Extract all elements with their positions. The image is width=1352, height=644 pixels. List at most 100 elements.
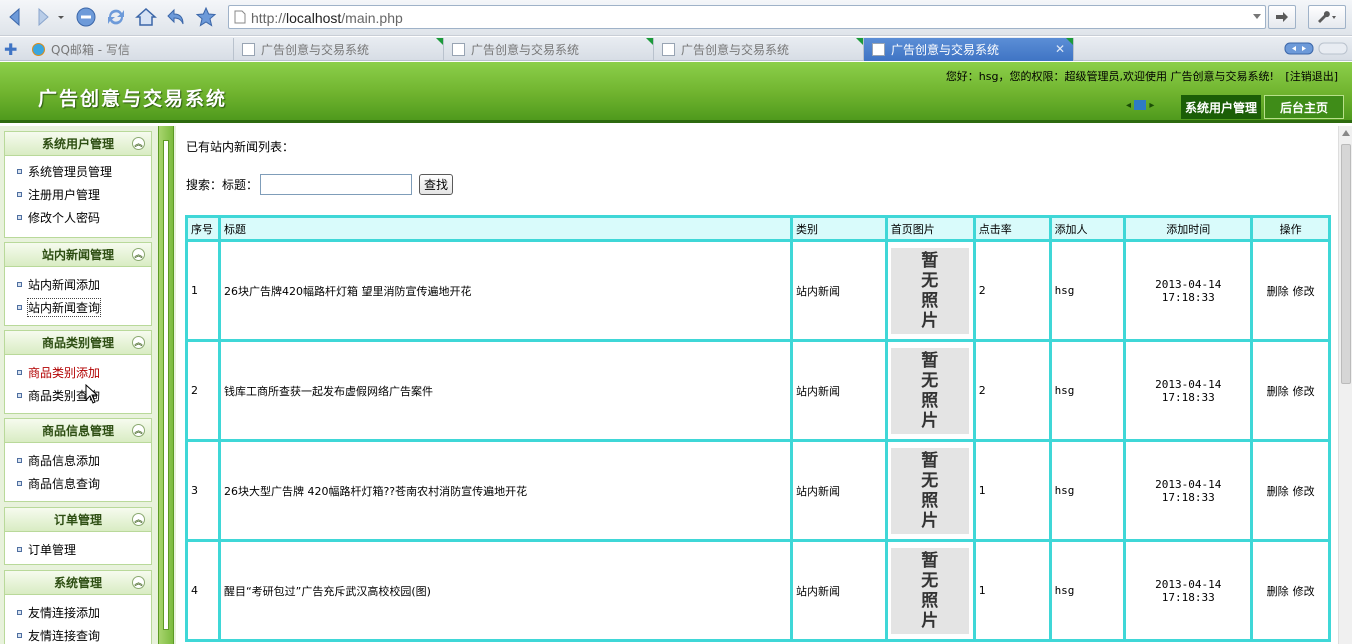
sidebar-item-registered-users[interactable]: 注册用户管理 xyxy=(5,183,151,206)
favorites-button[interactable] xyxy=(194,5,218,29)
sidebar-item-admin-manage[interactable]: 系统管理员管理 xyxy=(5,160,151,183)
sidebar-item-news-add[interactable]: 站内新闻添加 xyxy=(5,273,151,296)
sidebar-item-link-add[interactable]: 友情连接添加 xyxy=(5,601,151,624)
group-title: 站内新闻管理 xyxy=(41,248,114,262)
sidebar-item-goods-query[interactable]: 商品信息查询 xyxy=(5,472,151,495)
column-header: 序号 xyxy=(185,215,221,242)
search-button[interactable]: 查找 xyxy=(419,174,454,195)
header-scroll-arrows[interactable]: ◂ ▸ xyxy=(1126,100,1154,111)
delete-link[interactable]: 删除 xyxy=(1267,585,1289,598)
sidebar-group-header[interactable]: 站内新闻管理 ︽ xyxy=(5,243,151,267)
sidebar-group-header[interactable]: 商品类别管理 ︽ xyxy=(5,331,151,355)
news-image-cell: 暂无照片 xyxy=(884,539,976,642)
new-tab-button[interactable]: ✚ xyxy=(4,40,17,59)
header-tab-home[interactable]: 后台主页 xyxy=(1264,95,1344,119)
tools-button[interactable] xyxy=(1308,5,1346,29)
sidebar-toggle-handle[interactable] xyxy=(163,140,169,630)
edit-link[interactable]: 修改 xyxy=(1293,285,1315,298)
no-photo-image: 暂无照片 xyxy=(890,347,969,434)
undo-close-button[interactable] xyxy=(164,5,188,29)
group-title: 系统用户管理 xyxy=(41,137,114,151)
delete-link[interactable]: 删除 xyxy=(1267,385,1289,398)
delete-link[interactable]: 删除 xyxy=(1267,485,1289,498)
sidebar-item-orders[interactable]: 订单管理 xyxy=(5,538,151,561)
no-photo-image: 暂无照片 xyxy=(890,247,969,334)
sidebar-item-label: 商品类别添加 xyxy=(28,366,101,380)
refresh-icon xyxy=(108,9,124,25)
news-category: 站内新闻 xyxy=(790,339,888,442)
bullet-icon xyxy=(17,633,22,638)
column-header: 标题 xyxy=(217,215,794,242)
sidebar-item-news-query[interactable]: 站内新闻查询 xyxy=(5,296,151,319)
back-button[interactable] xyxy=(4,5,28,29)
sidebar-group-users: 系统用户管理 ︽ 系统管理员管理 注册用户管理 修改个人密码 xyxy=(4,131,152,238)
search-input[interactable] xyxy=(260,174,413,195)
news-title: 醒目“考研包过”广告充斥武汉高校校园(图) xyxy=(217,539,794,642)
tab-qq-mail[interactable]: QQ邮箱 - 写信 xyxy=(24,38,234,61)
bullet-icon xyxy=(17,215,22,220)
tab-site-1[interactable]: 广告创意与交易系统 xyxy=(234,38,444,61)
header-tab-user-management[interactable]: 系统用户管理 xyxy=(1181,95,1261,119)
logout-link[interactable]: [注销退出] xyxy=(1285,70,1338,83)
sidebar-item-goods-add[interactable]: 商品信息添加 xyxy=(5,449,151,472)
group-title: 商品信息管理 xyxy=(41,424,114,438)
tab-site-active[interactable]: 广告创意与交易系统 ✕ xyxy=(864,38,1074,61)
tab-label: 广告创意与交易系统 xyxy=(471,43,580,57)
row-actions: 删除 修改 xyxy=(1250,439,1331,542)
tab-label: 广告创意与交易系统 xyxy=(261,43,370,57)
edit-link[interactable]: 修改 xyxy=(1293,485,1315,498)
forward-arrow-icon xyxy=(38,7,49,27)
collapse-icon[interactable]: ︽ xyxy=(132,513,145,526)
go-button[interactable] xyxy=(1268,5,1296,29)
home-button[interactable] xyxy=(134,5,158,29)
vertical-scrollbar[interactable] xyxy=(1338,126,1352,644)
search-label: 搜索：标题： xyxy=(186,178,259,192)
tab-site-2[interactable]: 广告创意与交易系统 xyxy=(444,38,654,61)
collapse-icon[interactable]: ︽ xyxy=(132,576,145,589)
tab-list-icon[interactable] xyxy=(1284,42,1314,55)
sidebar-item-label: 商品信息查询 xyxy=(28,477,101,491)
sidebar-group-header[interactable]: 订单管理 ︽ xyxy=(5,508,151,532)
sidebar-group-header[interactable]: 系统管理 ︽ xyxy=(5,571,151,595)
collapse-icon[interactable]: ︽ xyxy=(132,137,145,150)
news-clicks: 2 xyxy=(972,339,1052,442)
forward-button[interactable] xyxy=(30,5,54,29)
stop-button[interactable] xyxy=(74,5,98,29)
address-dropdown-icon[interactable] xyxy=(1253,14,1261,19)
scroll-up-icon[interactable] xyxy=(1342,130,1350,136)
sidebar-item-link-query[interactable]: 友情连接查询 xyxy=(5,624,151,644)
bullet-icon xyxy=(17,169,22,174)
delete-link[interactable]: 删除 xyxy=(1267,285,1289,298)
bullet-icon xyxy=(17,192,22,197)
history-dropdown[interactable] xyxy=(54,5,68,29)
site-title: 广告创意与交易系统 xyxy=(38,88,228,110)
refresh-button[interactable] xyxy=(104,5,128,29)
sidebar-group-header[interactable]: 商品信息管理 ︽ xyxy=(5,419,151,443)
collapse-icon[interactable]: ︽ xyxy=(132,248,145,261)
sidebar-group-orders: 订单管理 ︽ 订单管理 xyxy=(4,507,152,565)
sidebar-item-category-add[interactable]: 商品类别添加 xyxy=(5,361,151,384)
news-author: hsg xyxy=(1048,539,1127,642)
tab-menu-icon[interactable] xyxy=(1318,42,1348,55)
sidebar-item-label: 订单管理 xyxy=(28,543,77,557)
table-header-row: 序号 标题 类别 首页图片 点击率 添加人 添加时间 操作 xyxy=(185,215,1331,242)
scrollbar-thumb[interactable] xyxy=(1341,144,1351,384)
sidebar-item-change-password[interactable]: 修改个人密码 xyxy=(5,206,151,229)
collapse-icon[interactable]: ︽ xyxy=(132,424,145,437)
sidebar-item-label: 商品信息添加 xyxy=(28,454,101,468)
tab-flag-icon xyxy=(436,38,443,45)
collapse-icon[interactable]: ︽ xyxy=(132,336,145,349)
sidebar-toggle-bar[interactable] xyxy=(158,126,174,644)
edit-link[interactable]: 修改 xyxy=(1293,385,1315,398)
close-icon[interactable]: ✕ xyxy=(1055,42,1065,56)
address-bar[interactable]: http://localhost/main.php xyxy=(228,5,1266,29)
tab-site-3[interactable]: 广告创意与交易系统 xyxy=(654,38,864,61)
sidebar-item-category-query[interactable]: 商品类别查询 xyxy=(5,384,151,407)
edit-link[interactable]: 修改 xyxy=(1293,585,1315,598)
home-icon xyxy=(135,7,157,26)
row-number: 2 xyxy=(185,339,221,442)
news-title: 钱库工商所查获一起发布虚假网络广告案件 xyxy=(217,339,794,442)
tab-bar: ✚ QQ邮箱 - 写信 广告创意与交易系统 广告创意与交易系统 广告创意与交易系… xyxy=(0,37,1352,61)
sidebar-group-header[interactable]: 系统用户管理 ︽ xyxy=(5,132,151,156)
tab-flag-icon xyxy=(1066,38,1073,45)
